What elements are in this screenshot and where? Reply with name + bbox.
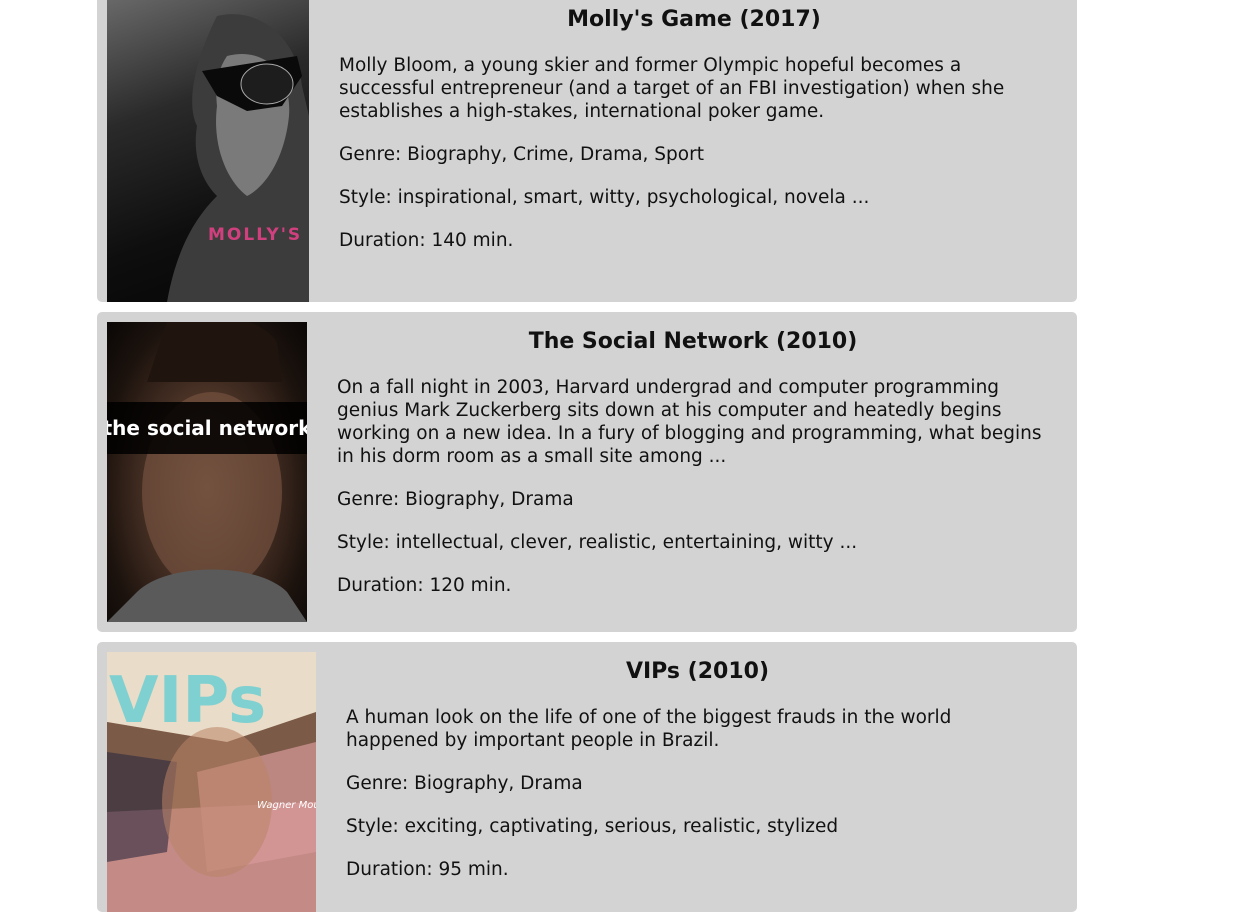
poster-title: the social network: [107, 416, 307, 440]
movie-description: On a fall night in 2003, Harvard undergr…: [337, 377, 1042, 467]
movie-poster[interactable]: VIPs Wagner Moura: [107, 652, 316, 912]
movie-title[interactable]: Molly's Game (2017): [339, 6, 1049, 34]
poster-art: VIPs Wagner Moura: [107, 652, 316, 912]
movie-info: VIPs (2010) A human look on the life of …: [316, 652, 1067, 902]
poster-title: MOLLY'S GAME: [208, 225, 309, 245]
movie-card[interactable]: the social network The Social Network (2…: [97, 312, 1077, 632]
movie-info: The Social Network (2010) On a fall nigh…: [307, 322, 1067, 622]
movie-style: Style: intellectual, clever, realistic, …: [337, 532, 858, 553]
movie-duration: Duration: 120 min.: [337, 575, 512, 596]
movie-description: A human look on the life of one of the b…: [346, 707, 952, 751]
movie-poster[interactable]: MOLLY'S GAME: [107, 0, 309, 302]
movie-poster[interactable]: the social network: [107, 322, 307, 622]
poster-art: MOLLY'S GAME: [167, 14, 309, 302]
movie-description: Molly Bloom, a young skier and former Ol…: [339, 55, 1005, 122]
movie-title[interactable]: The Social Network (2010): [337, 328, 1049, 356]
movie-card[interactable]: VIPs Wagner Moura VIPs (2010) A human lo…: [97, 642, 1077, 912]
movie-duration: Duration: 95 min.: [346, 859, 509, 880]
movie-genre: Genre: Biography, Crime, Drama, Sport: [339, 144, 704, 165]
movie-genre: Genre: Biography, Drama: [337, 489, 574, 510]
movie-card[interactable]: MOLLY'S GAME Molly's Game (2017) Molly B…: [97, 0, 1077, 302]
movie-genre: Genre: Biography, Drama: [346, 773, 583, 794]
movie-duration: Duration: 140 min.: [339, 230, 514, 251]
movie-list: MOLLY'S GAME Molly's Game (2017) Molly B…: [97, 0, 1077, 922]
movie-style: Style: exciting, captivating, serious, r…: [346, 816, 839, 837]
movie-title[interactable]: VIPs (2010): [346, 658, 1049, 686]
movie-style: Style: inspirational, smart, witty, psyc…: [339, 187, 870, 208]
poster-art: the social network: [107, 322, 307, 622]
movie-info: Molly's Game (2017) Molly Bloom, a young…: [309, 0, 1067, 292]
poster-credit: Wagner Moura: [257, 800, 316, 811]
poster-title: VIPs: [109, 664, 266, 738]
